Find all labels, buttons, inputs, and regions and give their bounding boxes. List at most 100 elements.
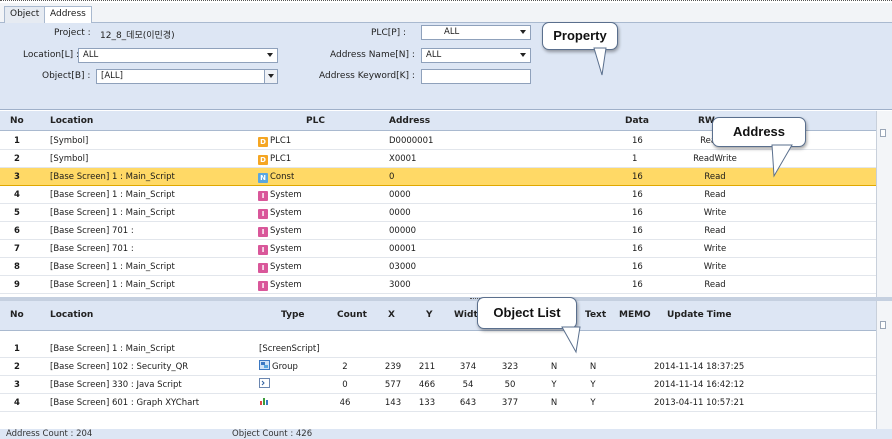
cell-no: 3 <box>14 172 20 182</box>
table-row[interactable]: 9 [Base Screen] 1 : Main_Script I System 300… <box>0 276 876 294</box>
script-icon <box>259 377 270 394</box>
cell-rw: ReadWrite <box>693 154 737 164</box>
cell-location: [Base Screen] 601 : Graph XYChart <box>50 398 200 408</box>
table-row[interactable]: 7 [Base Screen] 701 : I System 00001 16 Write <box>0 240 876 258</box>
cell-location: [Base Screen] 1 : Main_Script <box>50 172 175 182</box>
address-scrollbar[interactable] <box>876 111 892 297</box>
col-location[interactable]: Location <box>50 301 93 321</box>
cell-rw: Write <box>703 208 727 218</box>
cell-location: [Base Screen] 1 : Main_Script <box>50 190 175 200</box>
plc-name: System <box>270 262 302 272</box>
cell-count: 2 <box>342 362 348 372</box>
table-row[interactable]: 5 [Base Screen] 1 : Main_Script I System 000… <box>0 204 876 222</box>
col-y[interactable]: Y <box>426 301 433 321</box>
property-callout: Property <box>542 22 618 50</box>
cell-location: [Base Screen] 1 : Main_Script <box>50 208 175 218</box>
plc-name: PLC1 <box>270 136 292 146</box>
table-row[interactable]: 2 [Base Screen] 102 : Security_QR Group 2 23… <box>0 358 876 376</box>
cell-h: 377 <box>501 398 519 408</box>
plc-type-icon: N <box>258 173 268 183</box>
cell-c1: Y <box>551 380 557 390</box>
cell-x: 577 <box>384 380 402 390</box>
plc-type-icon: I <box>258 191 268 201</box>
plc-name: System <box>270 226 302 236</box>
cell-location: [Base Screen] 701 : <box>50 244 134 254</box>
object-scrollbar[interactable] <box>876 301 892 429</box>
cell-address: D0000001 <box>389 136 434 146</box>
cell-y: 466 <box>418 380 436 390</box>
address-name-select[interactable]: ALL <box>421 48 531 63</box>
col-plc[interactable]: PLC <box>306 111 325 131</box>
cell-c1: N <box>550 362 558 372</box>
col-update-time[interactable]: Update Time <box>667 301 732 321</box>
chevron-down-icon <box>520 53 526 57</box>
app-window: Object Address Project : 12_8_데모(이민경) Lo… <box>0 0 892 439</box>
cell-h: 323 <box>501 362 519 372</box>
cell-y <box>412 340 442 358</box>
cell-type <box>259 394 272 412</box>
plc-select[interactable]: ALL <box>421 25 531 40</box>
col-no[interactable]: No <box>10 301 24 321</box>
cell-data: 16 <box>632 136 643 146</box>
cell-no: 4 <box>14 190 20 200</box>
col-width[interactable]: Widt <box>454 301 478 321</box>
cell-count: 0 <box>342 380 348 390</box>
cell-count <box>320 340 370 358</box>
col-text[interactable]: Text <box>585 301 606 321</box>
plc-type-icon: I <box>258 263 268 273</box>
table-row[interactable]: 1 [Base Screen] 1 : Main_Script [ScreenScr… <box>0 340 876 358</box>
table-row[interactable]: 2 [Symbol] D PLC1 X0001 1 ReadWrite <box>0 150 876 168</box>
tab-address[interactable]: Address <box>44 6 92 24</box>
tab-object[interactable]: Object <box>4 6 46 23</box>
tab-object-label: Object <box>10 9 40 19</box>
table-row[interactable]: 8 [Base Screen] 1 : Main_Script I System 030… <box>0 258 876 276</box>
cell-no: 5 <box>14 208 20 218</box>
cell-plc: D PLC1 <box>258 150 291 168</box>
cell-x <box>378 340 408 358</box>
col-memo[interactable]: MEMO <box>619 301 651 321</box>
group-icon <box>259 359 270 376</box>
object-list-callout-tail <box>561 326 581 354</box>
cell-w: 643 <box>459 398 477 408</box>
cell-address: 3000 <box>389 280 411 290</box>
cell-h: 50 <box>504 380 516 390</box>
col-x[interactable]: X <box>388 301 395 321</box>
table-row[interactable]: 4 [Base Screen] 601 : Graph XYChart 46 143 1… <box>0 394 876 412</box>
table-row[interactable]: 6 [Base Screen] 701 : I System 00000 16 Read <box>0 222 876 240</box>
property-callout-tail <box>593 47 607 76</box>
scroll-thumb[interactable] <box>880 321 886 329</box>
object-list-callout: Object List <box>477 297 577 329</box>
cell-w: 54 <box>462 380 474 390</box>
property-panel: Project : 12_8_데모(이민경) Location[L] : ALL… <box>0 23 892 110</box>
cell-address: 03000 <box>389 262 417 272</box>
cell-location: [Base Screen] 1 : Main_Script <box>50 280 175 290</box>
col-type[interactable]: Type <box>281 301 304 321</box>
dropdown-button[interactable] <box>264 70 277 83</box>
table-row[interactable]: 3 [Base Screen] 1 : Main_Script N Const 0 16 R… <box>0 168 876 186</box>
cell-x: 143 <box>384 398 402 408</box>
address-keyword-input[interactable] <box>421 69 531 84</box>
object-select[interactable]: [ALL] <box>96 69 278 84</box>
cell-location: [Base Screen] 102 : Security_QR <box>50 362 189 372</box>
location-select[interactable]: ALL <box>78 48 278 63</box>
col-data[interactable]: Data <box>625 111 649 131</box>
cell-no: 3 <box>14 380 20 390</box>
cell-location: [Symbol] <box>50 136 89 146</box>
col-address[interactable]: Address <box>389 111 430 131</box>
col-location[interactable]: Location <box>50 111 93 131</box>
scroll-thumb[interactable] <box>880 129 886 137</box>
table-row[interactable]: 4 [Base Screen] 1 : Main_Script I System 000… <box>0 186 876 204</box>
cell-count: 46 <box>339 398 351 408</box>
plc-name: System <box>270 244 302 254</box>
tab-bar: Object Address <box>0 3 892 24</box>
address-callout-tail <box>771 144 793 178</box>
cell-data: 16 <box>632 172 643 182</box>
chevron-down-icon <box>520 30 526 34</box>
col-no[interactable]: No <box>10 111 24 131</box>
col-count[interactable]: Count <box>337 301 367 321</box>
cell-no: 2 <box>14 362 20 372</box>
cell-type: Group <box>259 358 298 376</box>
cell-rw: Write <box>703 244 727 254</box>
table-row[interactable]: 3 [Base Screen] 330 : Java Script 0 577 466 5… <box>0 376 876 394</box>
cell-type <box>259 376 272 394</box>
